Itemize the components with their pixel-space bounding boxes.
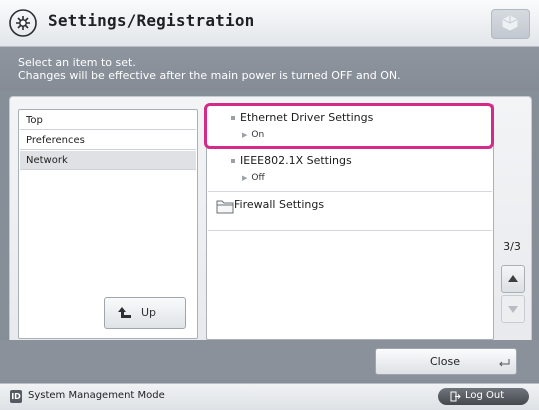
up-button[interactable]: Up bbox=[104, 297, 186, 329]
instruction-line-2: Changes will be effective after the main… bbox=[18, 69, 401, 82]
tree-item-preferences[interactable]: Preferences bbox=[20, 131, 196, 150]
triangle-down-icon bbox=[508, 306, 518, 313]
enter-arrow-icon bbox=[499, 359, 510, 367]
triangle-up-icon bbox=[508, 275, 518, 282]
logout-button-label: Log Out bbox=[465, 390, 505, 401]
screen: Settings/Registration Select an item to … bbox=[0, 0, 539, 410]
tree-item-top[interactable]: Top bbox=[20, 111, 196, 130]
logout-button[interactable]: Log Out bbox=[438, 388, 529, 405]
logout-icon bbox=[450, 391, 461, 402]
page-indicator: 3/3 bbox=[503, 240, 521, 253]
list-item-label: Firewall Settings bbox=[234, 198, 325, 211]
page-down-button[interactable] bbox=[501, 295, 525, 323]
system-mode-label: System Management Mode bbox=[28, 390, 165, 401]
instruction-line-1: Select an item to set. bbox=[18, 56, 136, 69]
header-bar: Settings/Registration bbox=[0, 0, 539, 47]
list-item-value: ▶ Off bbox=[242, 173, 265, 183]
close-button[interactable]: Close bbox=[375, 348, 517, 375]
list-item-ethernet-driver-settings[interactable]: Ethernet Driver Settings ▶ On bbox=[204, 103, 494, 149]
page-title: Settings/Registration bbox=[48, 11, 255, 30]
list-item-label: IEEE802.1X Settings bbox=[240, 154, 352, 167]
folder-icon bbox=[216, 200, 234, 214]
tree-item-network[interactable]: Network bbox=[20, 151, 196, 170]
settings-gear-icon bbox=[9, 9, 37, 37]
cube-icon bbox=[502, 15, 518, 31]
corner-button[interactable] bbox=[491, 9, 530, 39]
arrow-right-icon: ▶ bbox=[242, 174, 248, 182]
instruction-message: Select an item to set. Changes will be e… bbox=[0, 47, 539, 91]
settings-panel: Top Preferences Network Up Ethernet Driv… bbox=[9, 96, 532, 356]
list-item-firewall-settings[interactable]: Firewall Settings bbox=[208, 192, 492, 231]
list-item-ieee8021x-settings[interactable]: IEEE802.1X Settings ▶ Off bbox=[208, 149, 492, 192]
page-up-button[interactable] bbox=[501, 265, 525, 293]
highlight-frame bbox=[204, 103, 494, 149]
navigation-tree: Top Preferences Network Up bbox=[18, 109, 198, 339]
id-badge-icon: ID bbox=[10, 390, 22, 403]
return-arrow-icon bbox=[118, 307, 131, 318]
status-bar: ID System Management Mode Log Out bbox=[0, 383, 539, 410]
up-button-label: Up bbox=[141, 306, 157, 319]
bullet-icon bbox=[231, 159, 235, 163]
close-button-label: Close bbox=[430, 355, 460, 368]
value-text: Off bbox=[251, 173, 265, 183]
settings-list: Ethernet Driver Settings ▶ On IEEE802.1X … bbox=[204, 103, 494, 340]
